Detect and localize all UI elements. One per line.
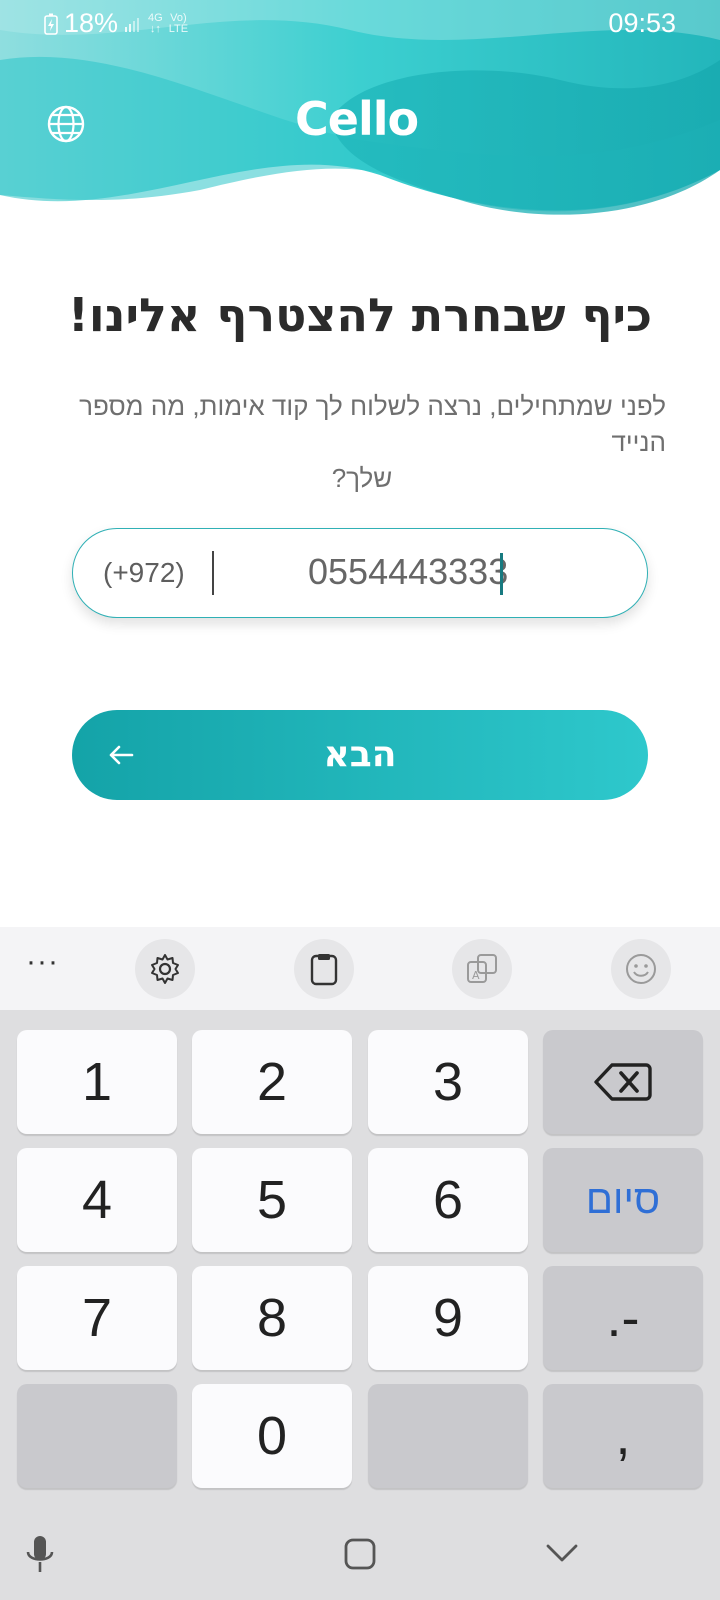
svg-text:A: A: [472, 969, 480, 982]
page-subtitle: לפני שמתחילים, נרצה לשלוח לך קוד אימות, …: [58, 388, 666, 496]
backspace-key[interactable]: [543, 1030, 703, 1134]
translate-button[interactable]: A: [452, 939, 512, 999]
subtitle-line-1: לפני שמתחילים, נרצה לשלוח לך קוד אימות, …: [79, 391, 666, 457]
key-0[interactable]: 0: [192, 1384, 352, 1488]
prefix-divider: [212, 551, 214, 595]
key-2[interactable]: 2: [192, 1030, 352, 1134]
next-button-label: הבא: [323, 734, 397, 775]
battery-charging-icon: [44, 13, 58, 35]
clipboard-icon: [310, 954, 338, 986]
volte-indicator: Vo) LTE: [168, 11, 189, 35]
network-indicators: 4G ↓↑ Vo) LTE: [124, 11, 189, 35]
cello-logo: Cello: [295, 92, 419, 146]
key-4[interactable]: 4: [17, 1148, 177, 1252]
done-key-label: סיום: [585, 1177, 661, 1222]
subtitle-line-2: שלך?: [331, 463, 393, 493]
keyboard-settings-button[interactable]: [135, 939, 195, 999]
translate-icon: A: [467, 954, 497, 983]
status-time: 09:53: [608, 8, 676, 38]
backspace-icon: [594, 1063, 652, 1101]
page-title: כיף שבחרת להצטרף אלינו!: [67, 288, 653, 342]
phone-number-input[interactable]: (+972) 0554443333: [72, 528, 648, 618]
blank-key-right: [368, 1384, 528, 1488]
next-button[interactable]: הבא: [72, 710, 648, 800]
more-options-icon[interactable]: ···: [26, 945, 59, 979]
mic-icon[interactable]: [18, 1532, 62, 1576]
home-icon[interactable]: [338, 1532, 382, 1576]
keyboard-toolbar: ··· A: [0, 927, 720, 1010]
volte-line1: Vo): [170, 11, 187, 24]
key-5[interactable]: 5: [192, 1148, 352, 1252]
key-7[interactable]: 7: [17, 1266, 177, 1370]
hide-keyboard-icon[interactable]: [540, 1532, 584, 1576]
gear-icon: [151, 954, 179, 984]
volte-line2: LTE: [168, 22, 189, 35]
globe-icon[interactable]: [46, 104, 86, 144]
comma-key[interactable]: ,: [543, 1384, 703, 1488]
status-bar: 18% 4G ↓↑ Vo) LTE 09:53: [0, 0, 720, 48]
data-arrows-icon: ↓↑: [149, 22, 161, 35]
navigation-bar: [0, 1510, 720, 1600]
network-type-label: 4G: [148, 11, 163, 24]
key-1[interactable]: 1: [17, 1030, 177, 1134]
signal-icon: [125, 17, 140, 32]
network-type: 4G ↓↑: [148, 11, 163, 35]
key-3[interactable]: 3: [368, 1030, 528, 1134]
done-key[interactable]: סיום: [543, 1148, 703, 1252]
dot-dash-key[interactable]: .-: [543, 1266, 703, 1370]
numeric-keyboard: 1 2 3 4 5 6 סיום 7 8 9 .- 0 ,: [0, 1010, 720, 1510]
key-6[interactable]: 6: [368, 1148, 528, 1252]
phone-number-value[interactable]: 0554443333: [308, 551, 508, 593]
status-left: 18% 4G ↓↑ Vo) LTE: [44, 8, 188, 39]
key-9[interactable]: 9: [368, 1266, 528, 1370]
clipboard-button[interactable]: [294, 939, 354, 999]
emoji-button[interactable]: [611, 939, 671, 999]
blank-key-left: [17, 1384, 177, 1488]
header: 18% 4G ↓↑ Vo) LTE 09:53 Cello: [0, 0, 720, 230]
emoji-icon: [626, 954, 656, 984]
battery-percentage: 18%: [64, 8, 119, 38]
country-code-prefix[interactable]: (+972): [103, 557, 185, 589]
key-8[interactable]: 8: [192, 1266, 352, 1370]
text-cursor: [500, 553, 503, 595]
